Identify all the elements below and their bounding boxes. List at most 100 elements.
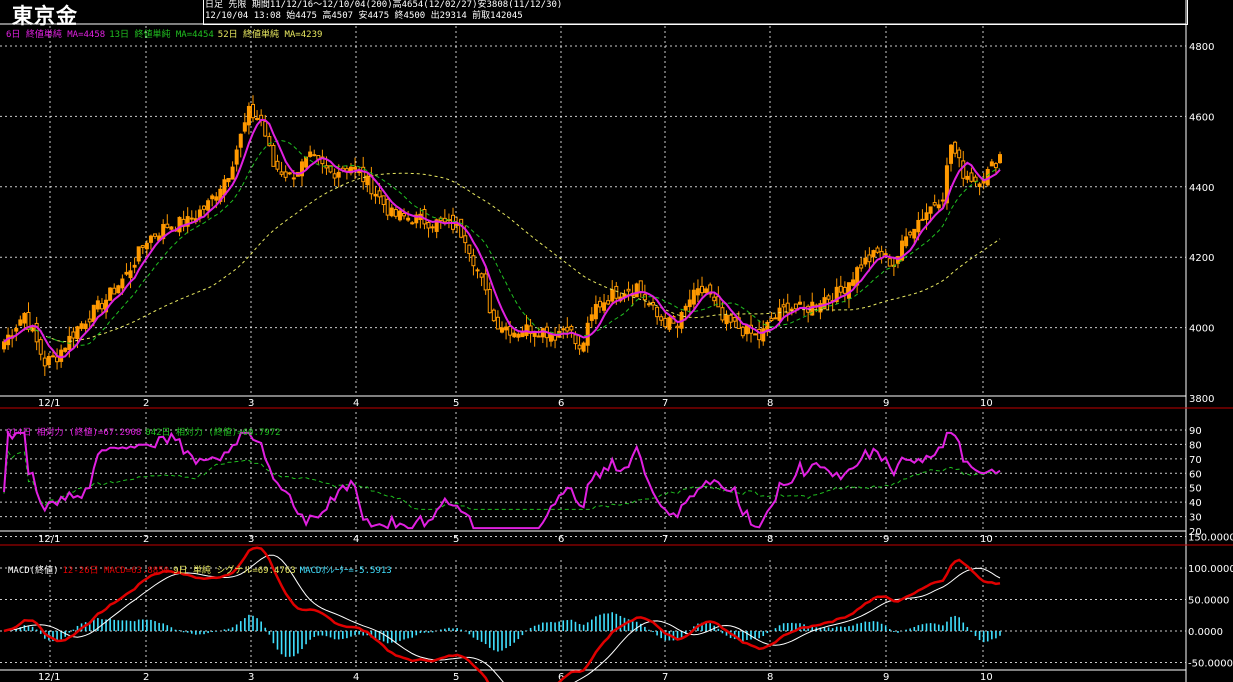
- candle-body: [467, 244, 472, 254]
- candle-body: [59, 349, 64, 362]
- candle-body: [610, 289, 615, 302]
- candle-body: [210, 195, 215, 200]
- candle-body: [283, 171, 288, 178]
- candle-body: [953, 141, 958, 154]
- candle-body: [663, 317, 668, 328]
- price-x-tick-label: 9: [883, 398, 889, 409]
- candle-body: [50, 355, 55, 358]
- candle-body: [961, 160, 966, 179]
- candle-body: [846, 282, 851, 299]
- candle-body: [202, 205, 207, 210]
- price-y-tick-label: 4200: [1189, 253, 1214, 264]
- price-y-tick-label: 4400: [1189, 183, 1214, 194]
- candle-body: [704, 288, 709, 293]
- candle-body: [777, 307, 782, 321]
- candle-body: [381, 195, 386, 206]
- rsi-x-tick-label: 6: [558, 534, 564, 545]
- candle-body: [732, 317, 737, 322]
- rsi-legend-item-1: 042日 相対力 (終値)=60.7972: [145, 428, 281, 438]
- candle-body: [602, 302, 607, 311]
- candle-body: [728, 314, 733, 323]
- candle-body: [753, 333, 758, 336]
- rsi-x-tick-label: 9: [883, 534, 889, 545]
- candle-body: [144, 242, 149, 250]
- candle-body: [936, 204, 941, 209]
- candle-body: [646, 303, 651, 306]
- candle-body: [940, 199, 945, 202]
- macd-x-tick-label: 12/1: [38, 672, 60, 682]
- price-x-tick-label: 12/1: [38, 398, 60, 409]
- info-box: 日足 先限 期間11/12/16～12/10/04(200)高4654(12/0…: [203, 0, 1188, 25]
- candle-body: [18, 319, 23, 326]
- candle-body: [634, 283, 639, 298]
- ma13-line: [3, 140, 1001, 347]
- macd-x-tick-label: 5: [453, 672, 459, 682]
- candle-body: [471, 255, 476, 267]
- candle-body: [38, 339, 43, 355]
- macd-x-tick-label: 10: [980, 672, 993, 682]
- rsi-x-tick-label: 2: [143, 534, 149, 545]
- rsi-x-tick-label: 7: [662, 534, 668, 545]
- candle-body: [797, 301, 802, 305]
- candle-body: [197, 209, 202, 218]
- candle-body: [883, 253, 888, 256]
- price-y-tick-label: 4600: [1189, 112, 1214, 123]
- candle-body: [385, 198, 390, 216]
- candle-body: [638, 280, 643, 294]
- candle-body: [626, 288, 631, 292]
- rsi-y-tick-label: 60: [1189, 469, 1202, 480]
- rsi-y-tick-label: 90: [1189, 426, 1202, 437]
- rsi-legend: 014日 相対力 (終値)=67.2908 042日 相対力 (終値)=60.79…: [6, 425, 285, 438]
- rsi-x-tick-label: 8: [767, 534, 773, 545]
- candle-body: [271, 144, 276, 167]
- candle-body: [553, 335, 558, 341]
- candle-body: [565, 326, 570, 332]
- rsi-x-tick-label: 3: [248, 534, 254, 545]
- candle-body: [91, 304, 96, 322]
- candle-body: [406, 217, 411, 221]
- info-line-quote: 12/10/04 13:08 始4475 高4507 安4475 終4500 出…: [205, 11, 523, 21]
- candle-body: [242, 122, 247, 132]
- rsi-y-tick-label: 30: [1189, 513, 1202, 524]
- candle-body: [920, 218, 925, 221]
- candle-body: [504, 326, 509, 331]
- candle-body: [63, 347, 68, 352]
- rsi-y-tick-label: 70: [1189, 455, 1202, 466]
- candle-body: [532, 331, 537, 337]
- candle-body: [87, 318, 92, 323]
- price-x-tick-label: 6: [558, 398, 564, 409]
- macd-x-tick-label: 3: [248, 672, 254, 682]
- candle-body: [687, 299, 692, 308]
- candle-body: [42, 357, 47, 367]
- candle-body: [46, 355, 51, 366]
- candle-body: [989, 161, 994, 167]
- candle-body: [993, 163, 998, 169]
- macd-y-tick-label: 0.0000: [1188, 627, 1223, 638]
- candle-body: [214, 196, 219, 201]
- candle-body: [508, 325, 513, 336]
- rsi-legend-item-0: 014日 相対力 (終値)=67.2908: [6, 428, 142, 438]
- macd-legend-item-0: MACD(終値): [8, 566, 59, 576]
- candle-body: [548, 334, 553, 342]
- candle-body: [561, 328, 566, 331]
- chart-canvas: 12/112/112/12223334445556667778889991010…: [0, 0, 1233, 682]
- candle-body: [573, 334, 578, 345]
- price-legend-item-1: 13日 終値単純 MA=4454: [109, 30, 214, 40]
- price-y-tick-label: 4000: [1189, 324, 1214, 335]
- candle-body: [353, 166, 358, 170]
- candle-body: [251, 103, 255, 119]
- candle-body: [691, 289, 696, 305]
- rsi14-line: [3, 430, 1001, 530]
- candle-body: [875, 247, 880, 253]
- chart-title: 東京金: [12, 4, 78, 28]
- candle-body: [491, 309, 496, 322]
- rsi-y-tick-label: 50: [1189, 484, 1202, 495]
- candle-body: [761, 328, 766, 342]
- candle-body: [487, 289, 492, 314]
- candle-body: [863, 257, 868, 265]
- macd-y-tick-label: -50.0000: [1188, 659, 1233, 670]
- candle-body: [842, 286, 847, 294]
- candle-body: [932, 202, 937, 206]
- macd-legend-item-3: MACDｵｼﾚｰﾀｰ=-5.5913: [299, 566, 392, 576]
- candle-body: [597, 300, 602, 308]
